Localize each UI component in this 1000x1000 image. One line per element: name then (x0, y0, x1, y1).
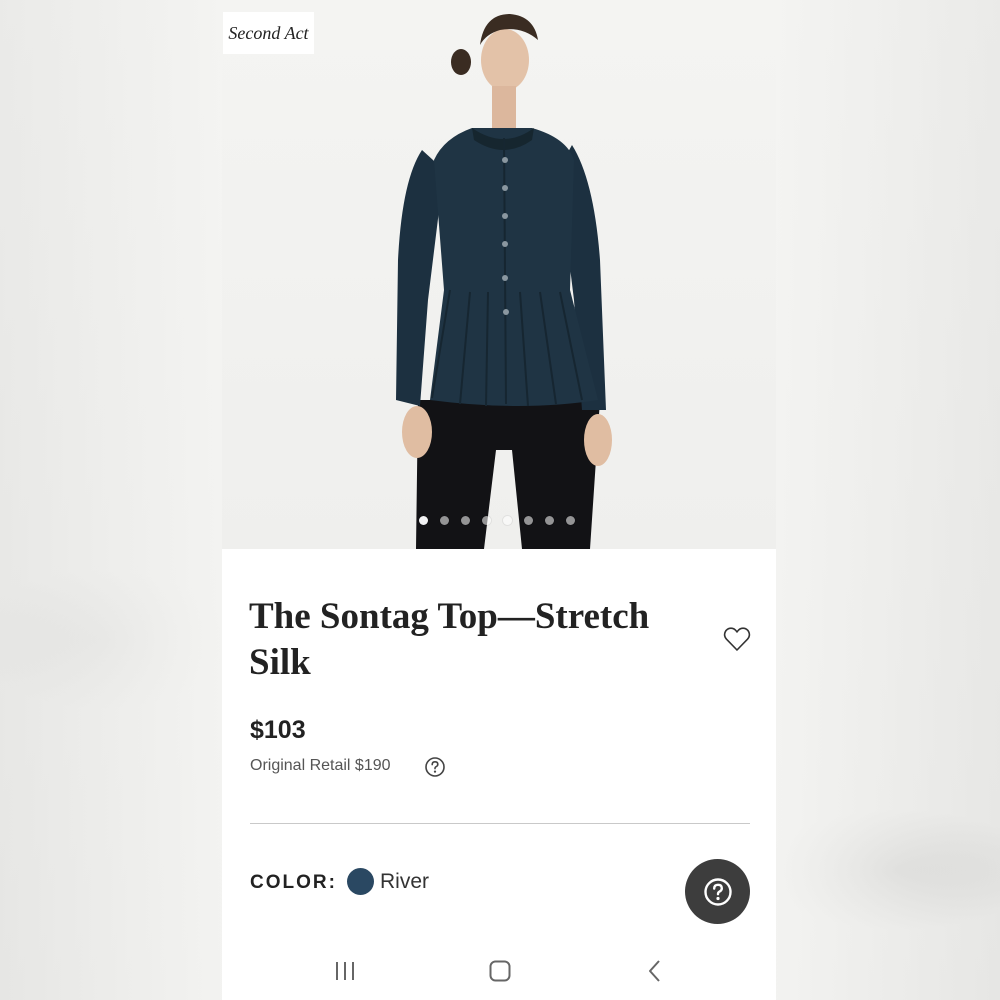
backdrop-right (776, 0, 1000, 1000)
retail-info-button[interactable] (424, 756, 446, 778)
recents-icon (336, 962, 354, 980)
home-icon (489, 960, 511, 982)
home-button[interactable] (480, 954, 520, 988)
heart-outline-icon (723, 627, 751, 651)
backdrop-left (0, 0, 222, 1000)
gallery-dot[interactable] (503, 516, 512, 525)
color-swatch[interactable] (347, 868, 374, 895)
product-photo (396, 14, 612, 549)
recents-button[interactable] (325, 954, 365, 988)
favorite-button[interactable] (722, 625, 752, 653)
section-divider (250, 823, 750, 824)
phone-screen: Second Act The Sontag Top—Stretch Silk $… (222, 0, 776, 1000)
original-retail-price: Original Retail $190 (250, 757, 391, 774)
question-circle-icon (703, 877, 732, 906)
system-nav-bar (222, 940, 776, 1000)
gallery-dot[interactable] (419, 516, 428, 525)
gallery-dot[interactable] (461, 516, 470, 525)
gallery-dot[interactable] (566, 516, 575, 525)
gallery-dot[interactable] (482, 516, 491, 525)
color-label: COLOR: (250, 872, 337, 893)
brand-watermark: Second Act (223, 12, 314, 54)
gallery-pagination (419, 516, 575, 525)
gallery-dot[interactable] (524, 516, 533, 525)
gallery-dot[interactable] (545, 516, 554, 525)
product-price: $103 (250, 716, 306, 744)
brand-watermark-text: Second Act (228, 22, 309, 43)
product-image-gallery[interactable]: Second Act (222, 0, 776, 549)
back-button[interactable] (635, 954, 675, 988)
color-name: River (380, 870, 430, 893)
question-circle-icon (425, 757, 445, 777)
back-icon (649, 960, 660, 982)
product-title: The Sontag Top—Stretch Silk (249, 596, 650, 683)
gallery-dot[interactable] (440, 516, 449, 525)
help-button[interactable] (685, 859, 750, 924)
